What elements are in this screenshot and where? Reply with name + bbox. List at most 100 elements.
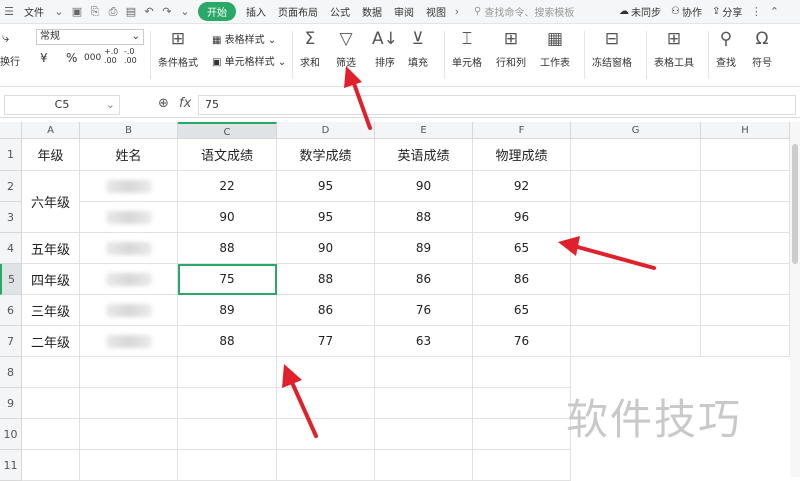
col-header-e[interactable]: E: [375, 122, 473, 139]
col-header-a[interactable]: A: [22, 122, 80, 139]
fx-icon[interactable]: fx: [179, 96, 191, 111]
redo-icon[interactable]: ↷: [158, 5, 176, 18]
grid-cell[interactable]: [571, 264, 701, 295]
row-header[interactable]: 3: [0, 202, 22, 233]
freeze-button[interactable]: ⊟ 冻结窗格: [592, 27, 632, 69]
name-cell-blurred[interactable]: [80, 202, 178, 233]
grid-cell[interactable]: [22, 388, 80, 419]
row-col-button[interactable]: ⊞ 行和列: [496, 27, 526, 69]
grid-cell[interactable]: [375, 388, 473, 419]
select-all-corner[interactable]: [0, 122, 22, 139]
grade-cell[interactable]: 五年级: [22, 233, 80, 264]
grid-cell[interactable]: [178, 388, 277, 419]
name-cell-blurred[interactable]: [80, 264, 178, 295]
sheet-button[interactable]: ▦ 工作表: [540, 27, 570, 69]
increase-decimal-button[interactable]: +.0 .00: [104, 47, 122, 65]
grid-cell[interactable]: [473, 357, 571, 388]
grid-cell[interactable]: [277, 450, 375, 481]
row-header[interactable]: 4: [0, 233, 22, 264]
score-cell[interactable]: 22: [178, 171, 277, 202]
tab-formula[interactable]: 公式: [324, 4, 356, 19]
col-header-g[interactable]: G: [571, 122, 701, 139]
cell-button[interactable]: ⌶ 单元格: [452, 27, 482, 69]
cell-style-button[interactable]: ▣ 单元格样式 ⌄: [212, 53, 286, 68]
file-menu[interactable]: 文件: [18, 4, 50, 19]
row-header[interactable]: 9: [0, 388, 22, 419]
row-header[interactable]: 10: [0, 419, 22, 450]
score-cell[interactable]: 88: [178, 233, 277, 264]
grid-cell[interactable]: [277, 388, 375, 419]
sync-button[interactable]: ☁ 未同步: [614, 4, 666, 19]
score-cell[interactable]: 88: [375, 202, 473, 233]
filter-button[interactable]: ▽ 筛选: [336, 27, 356, 69]
zoom-icon[interactable]: ⊕: [158, 96, 169, 111]
cond-format-button[interactable]: ⊞ 条件格式: [158, 27, 198, 69]
grid-cell[interactable]: [80, 419, 178, 450]
share-button[interactable]: ⇪ 分享: [707, 4, 747, 19]
score-cell[interactable]: 88: [178, 326, 277, 357]
score-cell[interactable]: 77: [277, 326, 375, 357]
col-header-b[interactable]: B: [80, 122, 178, 139]
grid-cell[interactable]: [571, 295, 701, 326]
grid-cell[interactable]: [571, 139, 701, 171]
score-cell[interactable]: 86: [375, 264, 473, 295]
grid-cell[interactable]: [178, 357, 277, 388]
grid-cell[interactable]: [22, 357, 80, 388]
grid-cell[interactable]: [178, 419, 277, 450]
col-header-d[interactable]: D: [277, 122, 375, 139]
row-header[interactable]: 6: [0, 295, 22, 326]
col-header-f[interactable]: F: [473, 122, 571, 139]
name-cell-blurred[interactable]: [80, 233, 178, 264]
grid-cell[interactable]: [701, 171, 790, 202]
grid-cell[interactable]: [80, 357, 178, 388]
grade-cell-merged[interactable]: 六年级: [22, 171, 80, 233]
grid-cell[interactable]: [701, 295, 790, 326]
score-cell[interactable]: 96: [473, 202, 571, 233]
score-cell[interactable]: 63: [375, 326, 473, 357]
collab-button[interactable]: ⚇ 协作: [666, 4, 707, 19]
grid-cell[interactable]: [571, 326, 701, 357]
score-cell[interactable]: 90: [178, 202, 277, 233]
sort-button[interactable]: A↓ 排序: [372, 27, 398, 69]
more-options-icon[interactable]: ⋮: [747, 5, 765, 18]
row-header[interactable]: 8: [0, 357, 22, 388]
grade-cell[interactable]: 三年级: [22, 295, 80, 326]
score-cell[interactable]: 65: [473, 295, 571, 326]
grid-cell[interactable]: [473, 388, 571, 419]
hamburger-icon[interactable]: ☰: [0, 5, 18, 18]
col-header-c[interactable]: C: [178, 122, 277, 139]
wrap-button[interactable]: 换行: [0, 53, 20, 68]
grid-cell[interactable]: [701, 233, 790, 264]
collapse-icon[interactable]: ⌃: [765, 5, 783, 18]
score-cell[interactable]: 92: [473, 171, 571, 202]
header-cell-english[interactable]: 英语成绩: [375, 139, 473, 171]
grid-cell[interactable]: [277, 357, 375, 388]
find-button[interactable]: ⚲ 查找: [716, 27, 736, 69]
name-box[interactable]: C5 ⌄: [4, 95, 120, 115]
grid-cell[interactable]: [375, 357, 473, 388]
selected-cell-c5[interactable]: 75: [178, 264, 277, 295]
number-format-select[interactable]: 常规 ⌄: [36, 29, 144, 45]
score-cell[interactable]: 95: [277, 202, 375, 233]
save-icon[interactable]: ▣: [68, 5, 86, 18]
score-cell[interactable]: 90: [375, 171, 473, 202]
grid-cell[interactable]: [473, 450, 571, 481]
tab-page-layout[interactable]: 页面布局: [272, 4, 324, 19]
undo-icon[interactable]: ↶: [140, 5, 158, 18]
score-cell[interactable]: 89: [375, 233, 473, 264]
score-cell[interactable]: 76: [473, 326, 571, 357]
header-cell-chinese[interactable]: 语文成绩: [178, 139, 277, 171]
chevron-down-icon[interactable]: ⌄: [50, 5, 68, 18]
table-style-button[interactable]: ▦ 表格样式 ⌄: [212, 31, 276, 46]
grid-cell[interactable]: [80, 388, 178, 419]
grid-cell[interactable]: [178, 450, 277, 481]
row-header[interactable]: 2: [0, 171, 22, 202]
formula-input[interactable]: 75: [198, 95, 796, 115]
grade-cell[interactable]: 四年级: [22, 264, 80, 295]
chevron-right-icon[interactable]: ›: [448, 5, 466, 18]
tab-review[interactable]: 审阅: [388, 4, 420, 19]
grid-cell[interactable]: [571, 202, 701, 233]
scrollbar-thumb[interactable]: [792, 144, 798, 264]
decrease-decimal-button[interactable]: -.0 .00: [124, 47, 142, 65]
command-search[interactable]: ⚲ 查找命令、搜索模板: [474, 4, 602, 19]
